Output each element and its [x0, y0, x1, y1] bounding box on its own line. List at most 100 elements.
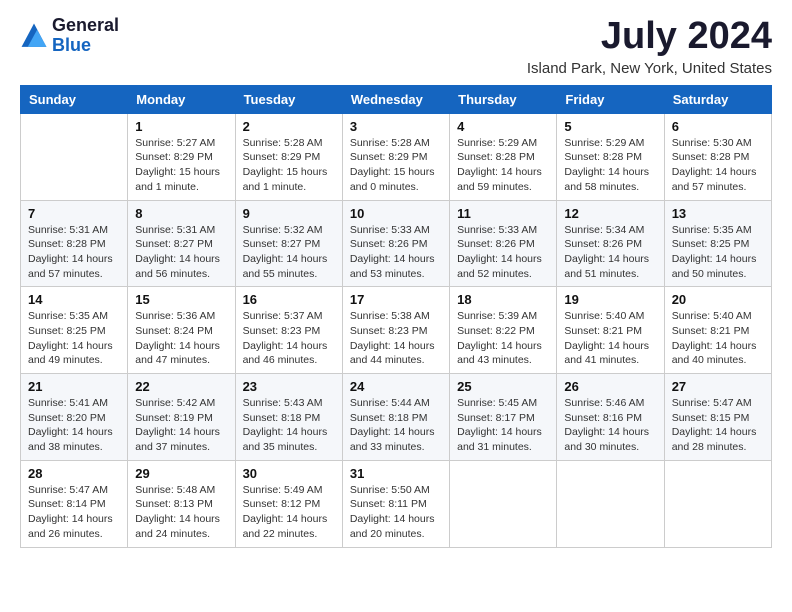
calendar-cell: 1 Sunrise: 5:27 AM Sunset: 8:29 PM Daylig… — [128, 113, 235, 200]
day-number: 18 — [457, 292, 549, 307]
calendar-cell: 29 Sunrise: 5:48 AM Sunset: 8:13 PM Dayli… — [128, 460, 235, 547]
day-info: Sunrise: 5:40 AM Sunset: 8:21 PM Dayligh… — [564, 309, 656, 368]
day-info: Sunrise: 5:43 AM Sunset: 8:18 PM Dayligh… — [243, 396, 335, 455]
day-info: Sunrise: 5:31 AM Sunset: 8:28 PM Dayligh… — [28, 223, 120, 282]
calendar-cell: 27 Sunrise: 5:47 AM Sunset: 8:15 PM Dayli… — [664, 374, 771, 461]
header-cell-thursday: Thursday — [450, 85, 557, 113]
calendar-cell — [450, 460, 557, 547]
day-number: 11 — [457, 206, 549, 221]
logo: General Blue — [20, 16, 119, 56]
day-info: Sunrise: 5:33 AM Sunset: 8:26 PM Dayligh… — [457, 223, 549, 282]
day-info: Sunrise: 5:30 AM Sunset: 8:28 PM Dayligh… — [672, 136, 764, 195]
day-number: 12 — [564, 206, 656, 221]
calendar-cell: 11 Sunrise: 5:33 AM Sunset: 8:26 PM Dayli… — [450, 200, 557, 287]
day-number: 21 — [28, 379, 120, 394]
calendar-cell: 24Sunrise: 5:44 AM Sunset: 8:18 PM Dayli… — [342, 374, 449, 461]
subtitle: Island Park, New York, United States — [527, 60, 772, 77]
day-number: 31 — [350, 466, 442, 481]
calendar-cell: 30 Sunrise: 5:49 AM Sunset: 8:12 PM Dayli… — [235, 460, 342, 547]
day-number: 16 — [243, 292, 335, 307]
week-row-3: 14Sunrise: 5:35 AM Sunset: 8:25 PM Dayli… — [21, 287, 772, 374]
calendar-cell: 17 Sunrise: 5:38 AM Sunset: 8:23 PM Dayli… — [342, 287, 449, 374]
day-number: 9 — [243, 206, 335, 221]
day-number: 26 — [564, 379, 656, 394]
day-info: Sunrise: 5:47 AM Sunset: 8:14 PM Dayligh… — [28, 483, 120, 542]
calendar-cell: 25Sunrise: 5:45 AM Sunset: 8:17 PM Dayli… — [450, 374, 557, 461]
logo-blue: Blue — [52, 36, 119, 56]
day-number: 29 — [135, 466, 227, 481]
calendar-cell: 13 Sunrise: 5:35 AM Sunset: 8:25 PM Dayli… — [664, 200, 771, 287]
calendar-cell — [21, 113, 128, 200]
day-number: 2 — [243, 119, 335, 134]
logo-text: General Blue — [52, 16, 119, 56]
calendar-cell: 22 Sunrise: 5:42 AM Sunset: 8:19 PM Dayli… — [128, 374, 235, 461]
day-number: 23 — [243, 379, 335, 394]
day-info: Sunrise: 5:35 AM Sunset: 8:25 PM Dayligh… — [672, 223, 764, 282]
calendar-cell: 19 Sunrise: 5:40 AM Sunset: 8:21 PM Dayli… — [557, 287, 664, 374]
day-number: 22 — [135, 379, 227, 394]
day-info: Sunrise: 5:38 AM Sunset: 8:23 PM Dayligh… — [350, 309, 442, 368]
calendar-cell — [664, 460, 771, 547]
day-number: 17 — [350, 292, 442, 307]
day-number: 4 — [457, 119, 549, 134]
day-number: 19 — [564, 292, 656, 307]
day-info: Sunrise: 5:34 AM Sunset: 8:26 PM Dayligh… — [564, 223, 656, 282]
week-row-5: 28 Sunrise: 5:47 AM Sunset: 8:14 PM Dayli… — [21, 460, 772, 547]
day-number: 3 — [350, 119, 442, 134]
day-number: 1 — [135, 119, 227, 134]
day-info: Sunrise: 5:39 AM Sunset: 8:22 PM Dayligh… — [457, 309, 549, 368]
calendar-cell: 4 Sunrise: 5:29 AM Sunset: 8:28 PM Daylig… — [450, 113, 557, 200]
day-info: Sunrise: 5:45 AM Sunset: 8:17 PM Dayligh… — [457, 396, 549, 455]
day-info: Sunrise: 5:31 AM Sunset: 8:27 PM Dayligh… — [135, 223, 227, 282]
day-info: Sunrise: 5:36 AM Sunset: 8:24 PM Dayligh… — [135, 309, 227, 368]
week-row-4: 21 Sunrise: 5:41 AM Sunset: 8:20 PM Dayli… — [21, 374, 772, 461]
day-info: Sunrise: 5:40 AM Sunset: 8:21 PM Dayligh… — [672, 309, 764, 368]
day-number: 30 — [243, 466, 335, 481]
calendar-cell: 6Sunrise: 5:30 AM Sunset: 8:28 PM Daylig… — [664, 113, 771, 200]
calendar-cell: 8 Sunrise: 5:31 AM Sunset: 8:27 PM Daylig… — [128, 200, 235, 287]
header-cell-sunday: Sunday — [21, 85, 128, 113]
day-number: 27 — [672, 379, 764, 394]
main-title: July 2024 — [527, 16, 772, 58]
calendar-cell: 20Sunrise: 5:40 AM Sunset: 8:21 PM Dayli… — [664, 287, 771, 374]
calendar-cell: 14Sunrise: 5:35 AM Sunset: 8:25 PM Dayli… — [21, 287, 128, 374]
day-number: 13 — [672, 206, 764, 221]
day-number: 7 — [28, 206, 120, 221]
header-row: SundayMondayTuesdayWednesdayThursdayFrid… — [21, 85, 772, 113]
header-cell-monday: Monday — [128, 85, 235, 113]
calendar-cell: 2Sunrise: 5:28 AM Sunset: 8:29 PM Daylig… — [235, 113, 342, 200]
day-number: 15 — [135, 292, 227, 307]
calendar-cell — [557, 460, 664, 547]
day-info: Sunrise: 5:27 AM Sunset: 8:29 PM Dayligh… — [135, 136, 227, 195]
logo-icon — [20, 22, 48, 50]
day-info: Sunrise: 5:37 AM Sunset: 8:23 PM Dayligh… — [243, 309, 335, 368]
calendar-cell: 21 Sunrise: 5:41 AM Sunset: 8:20 PM Dayli… — [21, 374, 128, 461]
day-info: Sunrise: 5:46 AM Sunset: 8:16 PM Dayligh… — [564, 396, 656, 455]
day-number: 28 — [28, 466, 120, 481]
day-info: Sunrise: 5:33 AM Sunset: 8:26 PM Dayligh… — [350, 223, 442, 282]
calendar-cell: 16 Sunrise: 5:37 AM Sunset: 8:23 PM Dayli… — [235, 287, 342, 374]
day-info: Sunrise: 5:47 AM Sunset: 8:15 PM Dayligh… — [672, 396, 764, 455]
day-info: Sunrise: 5:48 AM Sunset: 8:13 PM Dayligh… — [135, 483, 227, 542]
day-number: 10 — [350, 206, 442, 221]
day-info: Sunrise: 5:29 AM Sunset: 8:28 PM Dayligh… — [564, 136, 656, 195]
day-number: 24 — [350, 379, 442, 394]
day-info: Sunrise: 5:35 AM Sunset: 8:25 PM Dayligh… — [28, 309, 120, 368]
day-info: Sunrise: 5:41 AM Sunset: 8:20 PM Dayligh… — [28, 396, 120, 455]
header-cell-tuesday: Tuesday — [235, 85, 342, 113]
day-info: Sunrise: 5:29 AM Sunset: 8:28 PM Dayligh… — [457, 136, 549, 195]
calendar-body: 1 Sunrise: 5:27 AM Sunset: 8:29 PM Daylig… — [21, 113, 772, 547]
calendar-cell: 10 Sunrise: 5:33 AM Sunset: 8:26 PM Dayli… — [342, 200, 449, 287]
day-number: 8 — [135, 206, 227, 221]
calendar-cell: 7 Sunrise: 5:31 AM Sunset: 8:28 PM Daylig… — [21, 200, 128, 287]
header: General Blue July 2024 Island Park, New … — [20, 16, 772, 77]
day-info: Sunrise: 5:32 AM Sunset: 8:27 PM Dayligh… — [243, 223, 335, 282]
day-info: Sunrise: 5:49 AM Sunset: 8:12 PM Dayligh… — [243, 483, 335, 542]
day-info: Sunrise: 5:28 AM Sunset: 8:29 PM Dayligh… — [350, 136, 442, 195]
calendar-header: SundayMondayTuesdayWednesdayThursdayFrid… — [21, 85, 772, 113]
day-info: Sunrise: 5:42 AM Sunset: 8:19 PM Dayligh… — [135, 396, 227, 455]
title-area: July 2024 Island Park, New York, United … — [527, 16, 772, 77]
calendar-cell: 31Sunrise: 5:50 AM Sunset: 8:11 PM Dayli… — [342, 460, 449, 547]
calendar-cell: 28 Sunrise: 5:47 AM Sunset: 8:14 PM Dayli… — [21, 460, 128, 547]
calendar-cell: 15 Sunrise: 5:36 AM Sunset: 8:24 PM Dayli… — [128, 287, 235, 374]
